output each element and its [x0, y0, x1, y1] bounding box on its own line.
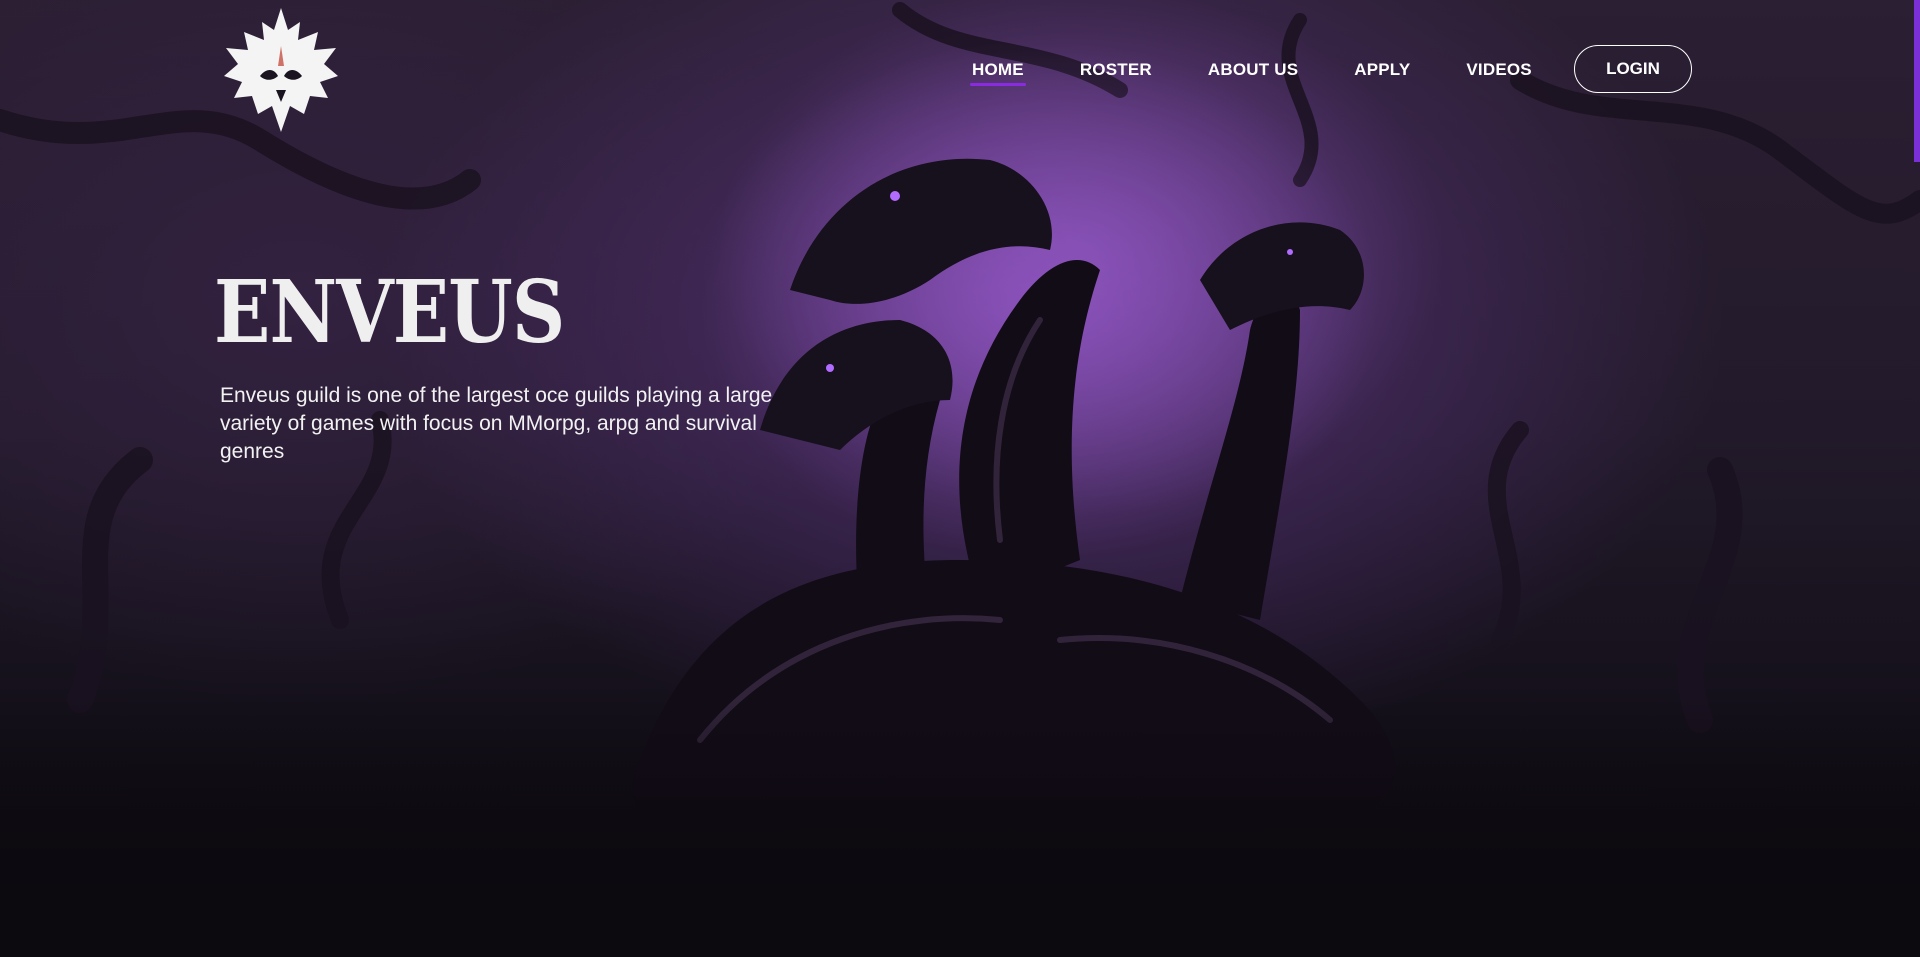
- login-button[interactable]: LOGIN: [1574, 45, 1692, 93]
- hero-title: ENVEUS: [214, 262, 565, 363]
- hydra-logo-icon[interactable]: [220, 6, 342, 134]
- hero-section: [0, 0, 1920, 957]
- nav-home[interactable]: HOME: [970, 60, 1026, 86]
- nav-apply[interactable]: APPLY: [1354, 60, 1410, 80]
- nav-about-us[interactable]: ABOUT US: [1208, 60, 1298, 80]
- scrollbar-thumb[interactable]: [1914, 0, 1920, 162]
- hero-description: Enveus guild is one of the largest oce g…: [220, 384, 773, 463]
- nav-roster[interactable]: ROSTER: [1080, 60, 1152, 80]
- main-nav: HOME ROSTER ABOUT US APPLY VIDEOS: [970, 45, 1532, 95]
- bottom-fade-overlay: [0, 697, 1920, 957]
- nav-videos[interactable]: VIDEOS: [1466, 60, 1531, 80]
